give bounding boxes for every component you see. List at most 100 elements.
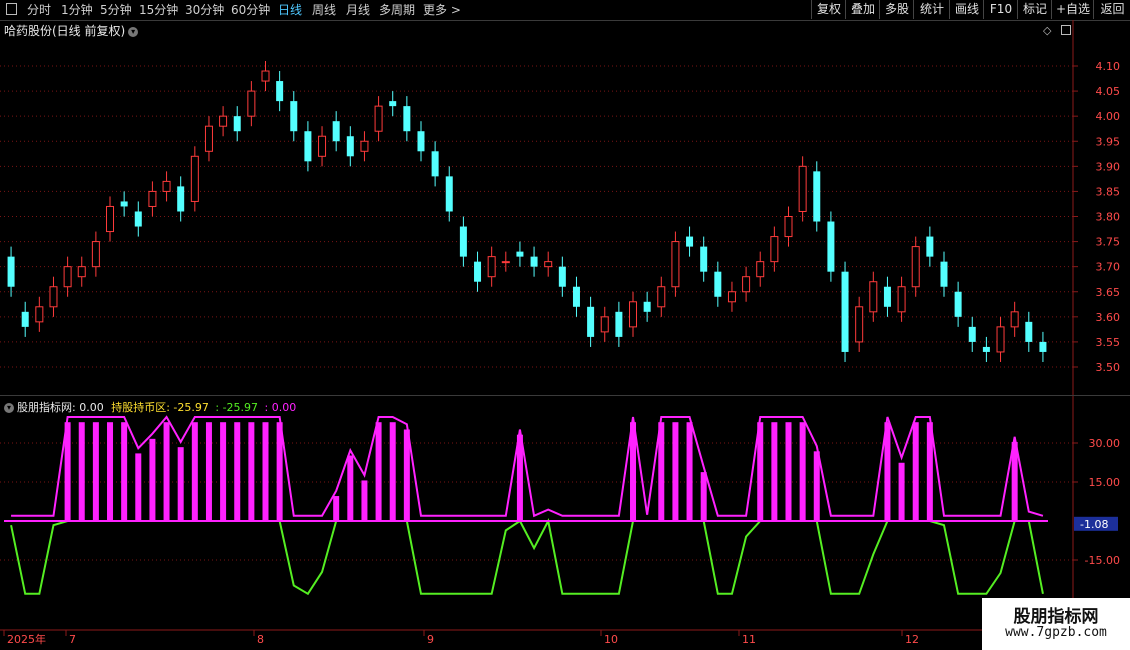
indicator-bar xyxy=(163,422,170,521)
candle-body xyxy=(770,236,779,263)
indicator-bar xyxy=(898,462,905,521)
candle-body xyxy=(49,286,58,308)
candlestick-chart[interactable]: 4.10 4.05 4.00 3.95 3.90 3.85 3.80 3.75 3.70 3.65… xyxy=(0,0,1130,650)
candle-body xyxy=(996,326,1005,353)
price-tick-label: 3.80 xyxy=(1096,211,1121,224)
time-tick-label: 12 xyxy=(905,633,919,646)
indicator-val2: : -25.97 xyxy=(166,401,209,414)
price-tick-label: 3.75 xyxy=(1096,236,1121,249)
indicator-bar xyxy=(248,422,255,521)
watermark-logo: 股朋指标网 www.7gpzb.com xyxy=(982,598,1130,650)
candle-body xyxy=(841,271,849,352)
candle-body xyxy=(374,105,383,132)
candle-body xyxy=(417,131,425,152)
candle-body xyxy=(445,176,453,212)
candle-body xyxy=(91,241,100,268)
price-tick-label: 3.65 xyxy=(1096,286,1121,299)
candle-body xyxy=(1010,311,1019,328)
indicator-bar xyxy=(700,472,707,521)
candle-body xyxy=(219,115,228,127)
indicator-label2: 持股持币区 xyxy=(111,401,167,414)
candle-body xyxy=(21,311,29,327)
candle-body xyxy=(657,286,666,308)
price-tick-label: 3.60 xyxy=(1096,311,1121,324)
candle-body xyxy=(558,266,566,287)
candle-body xyxy=(487,256,496,278)
candle-body xyxy=(431,151,439,177)
price-tick-label: 3.55 xyxy=(1096,336,1121,349)
indicator-bar xyxy=(672,422,679,521)
indicator-bar xyxy=(177,447,184,521)
candle-body xyxy=(148,190,157,207)
candle-body xyxy=(304,131,312,162)
current-value-text: -1.08 xyxy=(1080,518,1108,531)
indicator-bar xyxy=(912,422,919,521)
indicator-tick-label: 30.00 xyxy=(1089,437,1121,450)
candle-body xyxy=(742,276,751,293)
chevron-down-icon[interactable]: ▾ xyxy=(4,403,14,413)
candle-body xyxy=(276,81,284,102)
indicator-bar xyxy=(107,422,114,521)
candle-body xyxy=(318,135,327,157)
candle-body xyxy=(600,316,609,333)
candle-body xyxy=(403,106,411,132)
candle-body xyxy=(162,180,171,192)
indicator-green-line xyxy=(10,518,1044,596)
indicator-bar xyxy=(686,422,693,521)
indicator-val4: : 0.00 xyxy=(264,401,297,414)
candle-body xyxy=(120,201,128,207)
candle-body xyxy=(982,346,990,352)
indicator-bar xyxy=(205,422,212,521)
candle-body xyxy=(686,236,694,247)
candle-body xyxy=(968,326,976,342)
indicator-bar xyxy=(191,422,198,521)
candle-body xyxy=(360,140,369,152)
indicator-name: 股朋指标网 xyxy=(17,401,72,414)
indicator-bar xyxy=(262,422,269,521)
indicator-bar xyxy=(121,422,128,521)
price-tick-label: 4.10 xyxy=(1096,60,1121,73)
candle-body xyxy=(544,261,553,268)
indicator-bar xyxy=(333,496,340,521)
candle-body xyxy=(1025,321,1033,342)
candle-body xyxy=(954,291,962,317)
price-tick-label: 3.70 xyxy=(1096,261,1121,274)
candle-body xyxy=(290,101,298,132)
candle-body xyxy=(106,205,115,233)
candle-body xyxy=(247,90,256,117)
candle-body xyxy=(883,286,891,307)
candle-body xyxy=(204,125,213,152)
candle-body xyxy=(190,155,199,202)
candle-body xyxy=(714,271,722,297)
candle-body xyxy=(134,211,142,227)
candle-body xyxy=(926,236,934,257)
candle-body xyxy=(643,301,651,312)
candle-body xyxy=(827,221,835,272)
candle-body xyxy=(587,306,595,337)
time-tick-label: 7 xyxy=(69,633,76,646)
candle-body xyxy=(572,286,580,307)
time-tick-label: 2025年 xyxy=(7,632,46,646)
candle-body xyxy=(35,306,44,323)
candle-body xyxy=(7,256,15,287)
indicator-bar xyxy=(389,422,396,521)
indicator-tick-label: 15.00 xyxy=(1089,476,1121,489)
candle-body xyxy=(474,261,482,282)
candle-body xyxy=(727,291,736,303)
candle-body xyxy=(869,281,878,313)
candle-body xyxy=(756,261,765,278)
candle-body xyxy=(1039,341,1047,352)
time-tick-label: 10 xyxy=(604,633,618,646)
candle-body xyxy=(346,136,354,157)
candle-body xyxy=(63,266,72,288)
candle-body xyxy=(389,101,397,107)
candle-body xyxy=(459,226,467,257)
candle-body xyxy=(813,171,821,222)
indicator-bar xyxy=(92,422,99,521)
indicator-bar xyxy=(813,451,820,521)
candle-body xyxy=(897,286,906,313)
candle-body xyxy=(516,251,524,257)
indicator-bar xyxy=(785,422,792,521)
candle-body xyxy=(261,70,270,82)
indicator-bar xyxy=(135,453,142,521)
